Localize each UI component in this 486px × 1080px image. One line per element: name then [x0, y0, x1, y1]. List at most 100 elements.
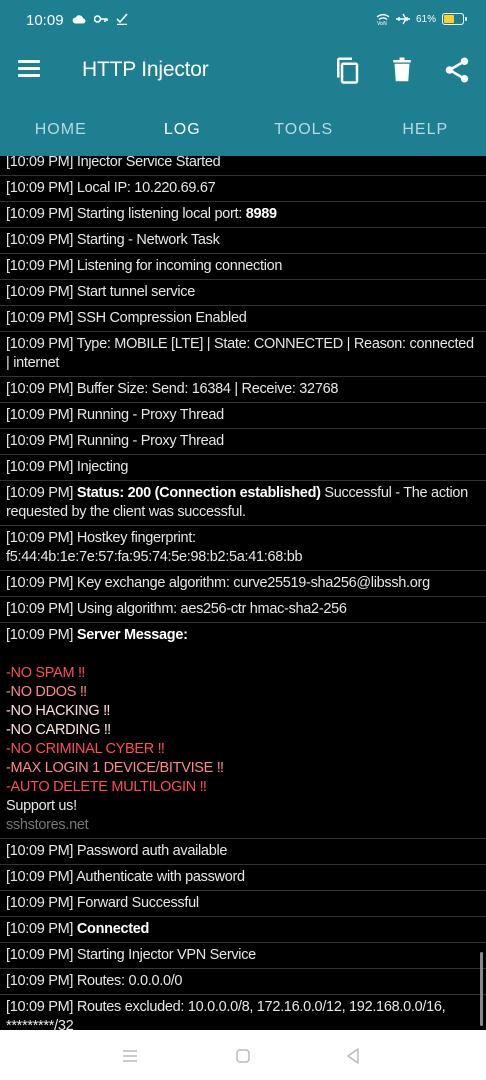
log-text: Buffer Size: Send: 16384 | Receive: 3276…: [76, 381, 339, 397]
log-text: Running - Proxy Thread: [76, 407, 224, 423]
log-text: Forward Successful: [76, 895, 199, 911]
log-text: SSH Compression Enabled: [76, 310, 247, 326]
log-text: Password auth available: [76, 843, 228, 859]
log-entry: [10:09 PM] Forward Successful: [0, 891, 486, 917]
log-entry: [10:09 PM] SSH Compression Enabled: [0, 306, 486, 332]
log-entry: [10:09 PM] Routes: 0.0.0.0/0: [0, 969, 486, 995]
tab-bar: HOME LOG TOOLS HELP: [0, 102, 486, 156]
log-list[interactable]: [10:09 PM] Injector Service Started [10:0…: [0, 156, 486, 1030]
log-text: Starting - Network Task: [76, 232, 220, 248]
airplane-icon: [395, 13, 410, 25]
log-time: [10:09 PM]: [6, 310, 77, 326]
log-time: [10:09 PM]: [6, 530, 77, 546]
log-entry: [10:09 PM] Starting Injector VPN Service: [0, 943, 486, 969]
server-message-line: -AUTO DELETE MULTILOGIN ‼: [6, 779, 207, 795]
log-bold-text: Connected: [76, 921, 150, 937]
log-entry: [10:09 PM] Type: MOBILE [LTE] | State: C…: [0, 332, 486, 377]
log-time: [10:09 PM]: [6, 921, 77, 937]
log-entry: [10:09 PM] Starting listening local port…: [0, 202, 486, 228]
log-entry: [10:09 PM] Local IP: 10.220.69.67: [0, 176, 486, 202]
log-text: Injecting: [76, 459, 129, 475]
delete-icon[interactable]: [387, 55, 417, 85]
log-time: [10:09 PM]: [6, 156, 77, 170]
server-message: [10:09 PM] Server Message: -NO SPAM ‼ -NO …: [0, 623, 486, 839]
server-message-line: -NO CARDING ‼: [6, 722, 111, 738]
log-entry: [10:09 PM] Listening for incoming connec…: [0, 254, 486, 280]
log-entry: [10:09 PM] Injector Service Started: [0, 156, 486, 176]
copy-icon[interactable]: [332, 55, 362, 85]
log-time: [10:09 PM]: [6, 999, 77, 1015]
log-text: Routes: 0.0.0.0/0: [76, 973, 183, 989]
log-time: [10:09 PM]: [6, 336, 77, 352]
log-text: Local IP: 10.220.69.67: [76, 180, 216, 196]
scrollbar[interactable]: [480, 952, 483, 1026]
log-text: Key exchange algorithm: curve25519-sha25…: [76, 575, 430, 591]
log-time: [10:09 PM]: [6, 206, 77, 222]
log-entry: [10:09 PM] Start tunnel service: [0, 280, 486, 306]
log-bold-text: Status: 200 (Connection established): [76, 485, 321, 501]
navigation-bar: [0, 1030, 486, 1080]
log-time: [10:09 PM]: [6, 180, 77, 196]
battery-icon: [442, 13, 467, 25]
log-entry: [10:09 PM] Key exchange algorithm: curve…: [0, 571, 486, 597]
log-text: Starting Injector VPN Service: [76, 947, 256, 963]
key-icon: [94, 15, 108, 23]
log-time: [10:09 PM]: [6, 627, 77, 643]
log-text: Type: MOBILE [LTE] | State: CONNECTED | …: [6, 336, 474, 371]
recents-icon[interactable]: [119, 1045, 141, 1067]
log-bold-text: 8989: [245, 206, 277, 222]
tab-log[interactable]: LOG: [122, 102, 244, 156]
log-time: [10:09 PM]: [6, 232, 77, 248]
log-entry: [10:09 PM] Running - Proxy Thread: [0, 403, 486, 429]
server-message-line: -NO SPAM ‼: [6, 665, 85, 681]
log-time: [10:09 PM]: [6, 869, 77, 885]
battery-percent: 61%: [415, 13, 436, 25]
log-time: [10:09 PM]: [6, 601, 77, 617]
menu-icon: [18, 60, 40, 63]
log-text: Using algorithm: aes256-ctr hmac-sha2-25…: [76, 601, 347, 617]
share-icon[interactable]: [442, 55, 472, 85]
log-text: Running - Proxy Thread: [76, 433, 224, 449]
tab-help[interactable]: HELP: [365, 102, 486, 156]
log-time: [10:09 PM]: [6, 381, 77, 397]
log-time: [10:09 PM]: [6, 258, 77, 274]
home-icon[interactable]: [232, 1045, 254, 1067]
log-entry: [10:09 PM] Connected: [0, 917, 486, 943]
app-bar: HTTP Injector: [0, 40, 486, 102]
server-message-line: -NO HACKING ‼: [6, 703, 111, 719]
log-time: [10:09 PM]: [6, 947, 77, 963]
log-entry: [10:09 PM] Routes excluded: 10.0.0.0/8, …: [0, 995, 486, 1030]
log-text: Authenticate with password: [76, 869, 245, 885]
log-entry: [10:09 PM] Running - Proxy Thread: [0, 429, 486, 455]
log-time: [10:09 PM]: [6, 973, 77, 989]
back-icon[interactable]: [343, 1045, 365, 1067]
log-text: Listening for incoming connection: [76, 258, 283, 274]
log-entry: [10:09 PM] Starting - Network Task: [0, 228, 486, 254]
log-time: [10:09 PM]: [6, 895, 77, 911]
log-text: Starting listening local port:: [76, 206, 246, 222]
log-time: [10:09 PM]: [6, 485, 77, 501]
log-time: [10:09 PM]: [6, 459, 77, 475]
tab-home[interactable]: HOME: [0, 102, 122, 156]
server-message-label: Server Message:: [76, 627, 188, 643]
battery-level: [444, 15, 454, 23]
server-message-line: -NO CRIMINAL CYBER ‼: [6, 741, 165, 757]
log-time: [10:09 PM]: [6, 407, 77, 423]
menu-button[interactable]: [18, 56, 46, 84]
server-message-line: Support us!: [6, 798, 77, 814]
log-entry: [10:09 PM] Authenticate with password: [0, 865, 486, 891]
app-title: HTTP Injector: [82, 58, 209, 81]
server-message-line: sshstores.net: [6, 817, 89, 833]
tab-tools[interactable]: TOOLS: [243, 102, 365, 156]
log-entry: [10:09 PM] Using algorithm: aes256-ctr h…: [0, 597, 486, 623]
server-message-line: -NO DDOS ‼: [6, 684, 87, 700]
cloud-icon: [72, 15, 86, 24]
server-message-line: -MAX LOGIN 1 DEVICE/BITVISE ‼: [6, 760, 224, 776]
check-icon: [116, 13, 128, 25]
svg-text:VoN: VoN: [377, 21, 387, 25]
vowifi-icon: VoN: [376, 14, 390, 25]
log-entry: [10:09 PM] Status: 200 (Connection estab…: [0, 481, 486, 526]
status-time: 10:09: [26, 12, 64, 29]
log-entry: [10:09 PM] Hostkey fingerprint: f5:44:4b…: [0, 526, 486, 571]
log-entry: [10:09 PM] Password auth available: [0, 839, 486, 865]
